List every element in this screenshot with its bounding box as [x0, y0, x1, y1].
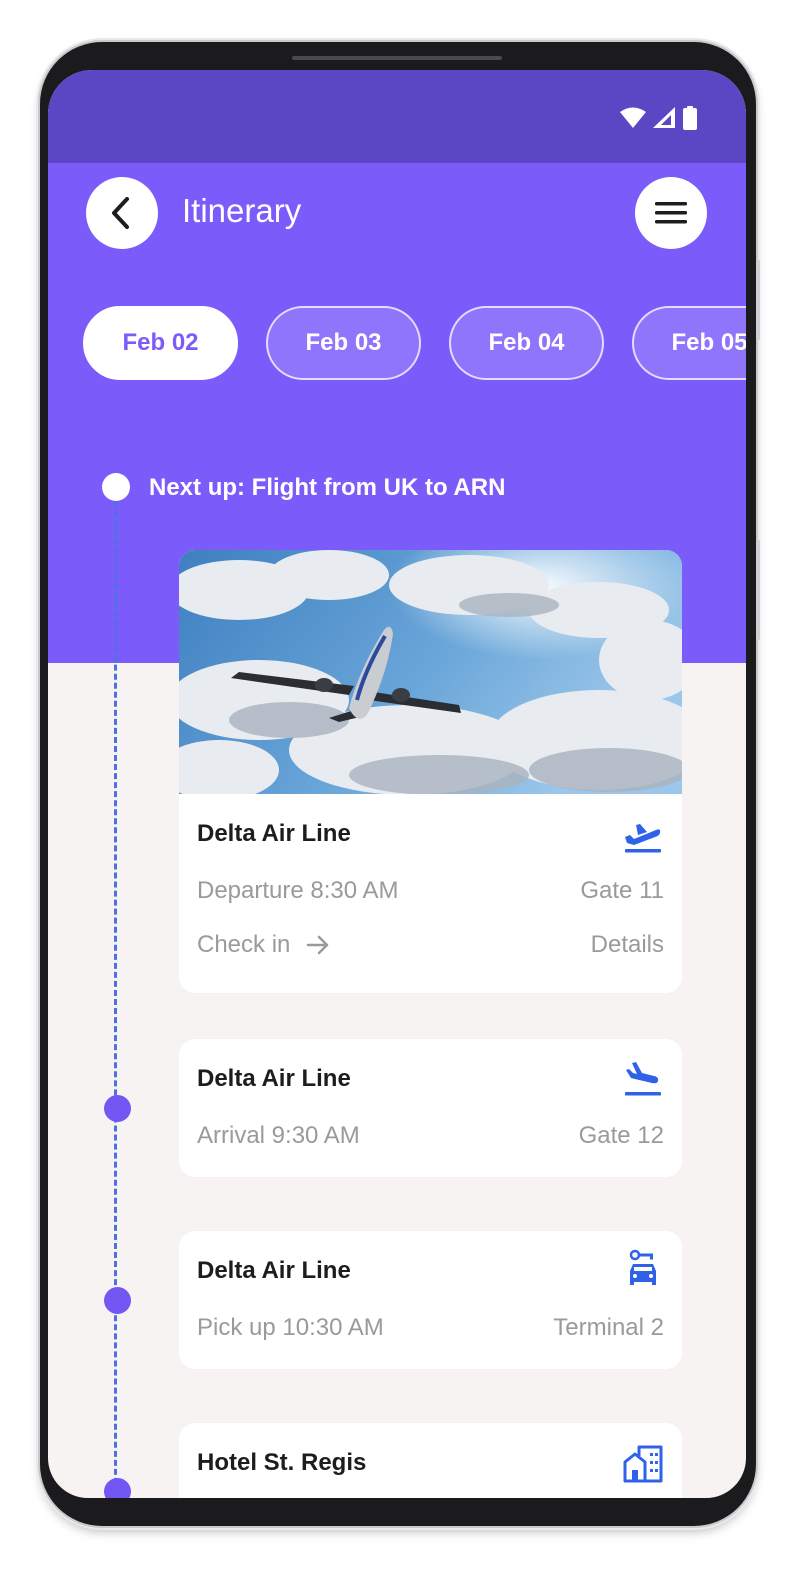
- gate-number: Gate 12: [578, 1122, 664, 1149]
- speaker-grille: [292, 56, 502, 60]
- hotel-building-icon: [623, 1445, 663, 1483]
- status-icons: [620, 106, 698, 130]
- date-chip-feb-02[interactable]: Feb 02: [83, 306, 238, 380]
- terminal-number: Terminal 2: [553, 1314, 664, 1341]
- card-title: Delta Air Line: [197, 820, 351, 847]
- date-chip-feb-05[interactable]: Feb 05: [632, 306, 746, 380]
- itinerary-card-departure[interactable]: Delta Air Line Departure 8:30 AM Gate 11…: [179, 550, 682, 993]
- departure-time: Departure 8:30 AM: [197, 877, 399, 904]
- check-in-label: Check in: [197, 931, 291, 958]
- card-title: Delta Air Line: [197, 1257, 351, 1284]
- next-up-label: Next up: Flight from UK to ARN: [149, 474, 506, 501]
- itinerary-card-arrival[interactable]: Delta Air Line Arrival 9:30 AM Gate 12: [179, 1039, 682, 1177]
- wifi-icon: [620, 107, 646, 128]
- app-screen: Itinerary Feb 02 Feb 03 Feb 04 Feb 05 Ne…: [48, 70, 746, 1498]
- chevron-left-icon: [112, 197, 129, 229]
- pickup-time: Pick up 10:30 AM: [197, 1314, 384, 1341]
- battery-icon: [683, 106, 697, 130]
- timeline-dot: [104, 1287, 131, 1314]
- timeline-dot-current: [102, 473, 130, 501]
- itinerary-card-pickup[interactable]: Delta Air Line Pick up 10:30 AM Terminal…: [179, 1231, 682, 1369]
- airplane-photo: [179, 550, 682, 794]
- cellular-signal-icon: [653, 107, 675, 128]
- sky-airplane-image: [179, 550, 682, 794]
- timeline-dot: [104, 1095, 131, 1122]
- details-link[interactable]: Details: [591, 931, 664, 959]
- card-title: Delta Air Line: [197, 1065, 351, 1092]
- back-button[interactable]: [86, 177, 158, 249]
- gate-number: Gate 11: [580, 877, 664, 904]
- timeline-dot: [104, 1478, 131, 1498]
- date-chip-feb-04[interactable]: Feb 04: [449, 306, 604, 380]
- side-button: [756, 260, 760, 340]
- car-rental-icon: [629, 1249, 656, 1285]
- date-chip-feb-03[interactable]: Feb 03: [266, 306, 421, 380]
- card-title: Hotel St. Regis: [197, 1449, 367, 1476]
- flight-takeoff-icon: [625, 824, 661, 853]
- side-button: [756, 540, 760, 640]
- itinerary-card-hotel[interactable]: Hotel St. Regis: [179, 1423, 682, 1498]
- flight-land-icon: [625, 1062, 661, 1096]
- arrow-right-icon: [307, 935, 329, 955]
- check-in-link[interactable]: Check in: [197, 931, 330, 959]
- hamburger-menu-icon: [655, 202, 687, 224]
- status-bar: [48, 70, 746, 163]
- timeline-line: [114, 502, 117, 1498]
- page-title: Itinerary: [182, 192, 302, 229]
- arrival-time: Arrival 9:30 AM: [197, 1122, 360, 1149]
- menu-button[interactable]: [635, 177, 707, 249]
